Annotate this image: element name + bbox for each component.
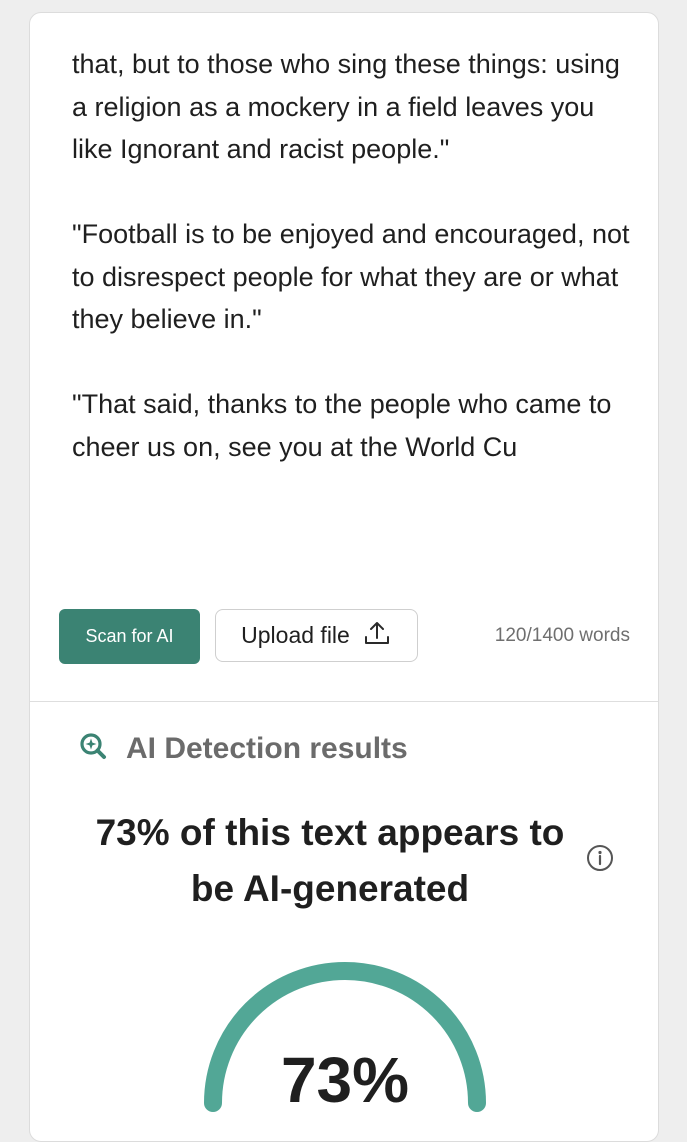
detector-card: that, but to those who sing these things…	[29, 12, 659, 1142]
magnifier-sparkle-icon	[78, 731, 108, 766]
results-header: AI Detection results	[78, 731, 408, 766]
text-paragraph: that, but to those who sing these things…	[72, 49, 620, 164]
results-title: AI Detection results	[126, 731, 408, 765]
word-count: 120/1400 words	[494, 625, 630, 646]
upload-file-label: Upload file	[241, 622, 350, 648]
text-input-area[interactable]: that, but to those who sing these things…	[72, 43, 632, 468]
scan-for-ai-button[interactable]: Scan for AI	[59, 609, 200, 664]
section-divider	[30, 701, 658, 702]
info-icon[interactable]	[585, 843, 615, 878]
text-paragraph: "That said, thanks to the people who cam…	[72, 389, 612, 462]
upload-icon	[362, 618, 392, 654]
text-paragraph: "Football is to be enjoyed and encourage…	[72, 219, 630, 334]
ai-score-value: 73%	[280, 1044, 410, 1116]
upload-file-button[interactable]: Upload file	[215, 609, 418, 662]
result-headline: 73% of this text appears to be AI-genera…	[95, 812, 565, 909]
